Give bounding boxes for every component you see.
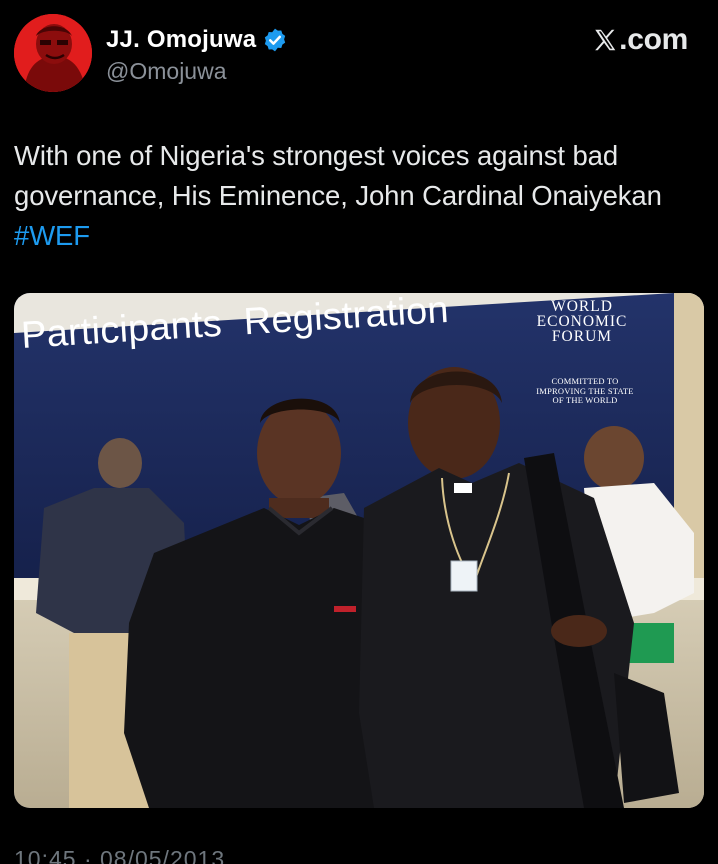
wef-logo: WORLD ECONOMIC FORUM: [526, 298, 638, 345]
site-watermark: .com: [592, 22, 688, 58]
author-name-row[interactable]: JJ. Omojuwa: [106, 24, 288, 56]
author-avatar[interactable]: [14, 14, 92, 92]
tweet-timestamp[interactable]: 10:45 · 08/05/2013: [14, 846, 225, 864]
site-domain-label: .com: [619, 23, 688, 56]
wef-tagline-line: OF THE WORLD: [552, 395, 618, 405]
hashtag-link[interactable]: #WEF: [14, 216, 709, 256]
avatar-portrait-icon: [14, 14, 92, 92]
x-logo-icon: [592, 27, 618, 53]
wef-logo-line: ECONOMIC: [536, 313, 628, 330]
tweet-photo[interactable]: Participants Registration WORLD ECONOMIC …: [14, 293, 704, 808]
tweet-text-line: With one of Nigeria's strongest voices a…: [14, 140, 619, 171]
tweet-text-line: governance, His Eminence, John Cardinal …: [14, 180, 662, 211]
author-handle[interactable]: @Omojuwa: [106, 58, 227, 85]
tweet-body: With one of Nigeria's strongest voices a…: [14, 136, 709, 256]
verified-badge-icon: [262, 27, 288, 53]
photo-scene: [14, 293, 704, 808]
tweet-header: JJ. Omojuwa @Omojuwa .com: [0, 0, 718, 100]
wef-logo-line: FORUM: [551, 328, 613, 345]
wef-tagline: COMMITTED TO IMPROVING THE STATE OF THE …: [530, 376, 640, 406]
wef-logo-line: WORLD: [551, 298, 613, 315]
author-display-name[interactable]: JJ. Omojuwa: [106, 26, 256, 54]
